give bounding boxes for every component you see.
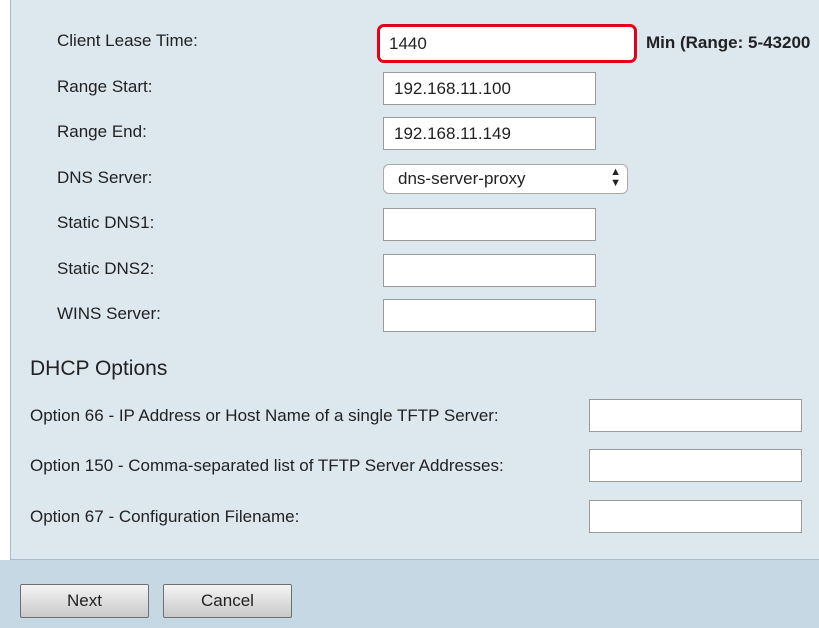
dns-server-select[interactable]: dns-server-proxy ▲ ▼ xyxy=(383,164,628,194)
dns-server-selected-value: dns-server-proxy xyxy=(398,169,526,188)
select-updown-arrows-icon: ▲ ▼ xyxy=(610,166,621,189)
static-dns1-label: Static DNS1: xyxy=(57,213,155,232)
client-lease-time-label: Client Lease Time: xyxy=(57,31,198,50)
option150-input[interactable] xyxy=(589,449,802,482)
client-lease-time-hint: Min (Range: 5-43200 xyxy=(646,33,811,52)
range-end-input[interactable] xyxy=(383,117,596,150)
static-dns2-label: Static DNS2: xyxy=(57,259,155,278)
wins-server-label: WINS Server: xyxy=(57,304,161,323)
wins-server-input[interactable] xyxy=(383,299,596,332)
dhcp-settings-panel: Client Lease Time: Min (Range: 5-43200 R… xyxy=(10,0,819,560)
static-dns2-input[interactable] xyxy=(383,254,596,287)
option66-input[interactable] xyxy=(589,399,802,432)
dhcp-options-heading: DHCP Options xyxy=(30,357,168,380)
dns-server-label: DNS Server: xyxy=(57,168,153,187)
client-lease-time-input[interactable] xyxy=(377,24,637,63)
option67-input[interactable] xyxy=(589,500,802,533)
range-start-label: Range Start: xyxy=(57,77,153,96)
cancel-button[interactable]: Cancel xyxy=(163,584,292,618)
option66-label: Option 66 - IP Address or Host Name of a… xyxy=(30,406,499,425)
option67-label: Option 67 - Configuration Filename: xyxy=(30,507,300,526)
button-bar: Next Cancel xyxy=(0,560,819,628)
static-dns1-input[interactable] xyxy=(383,208,596,241)
range-start-input[interactable] xyxy=(383,72,596,105)
option150-label: Option 150 - Comma-separated list of TFT… xyxy=(30,456,504,475)
range-end-label: Range End: xyxy=(57,122,147,141)
next-button[interactable]: Next xyxy=(20,584,149,618)
